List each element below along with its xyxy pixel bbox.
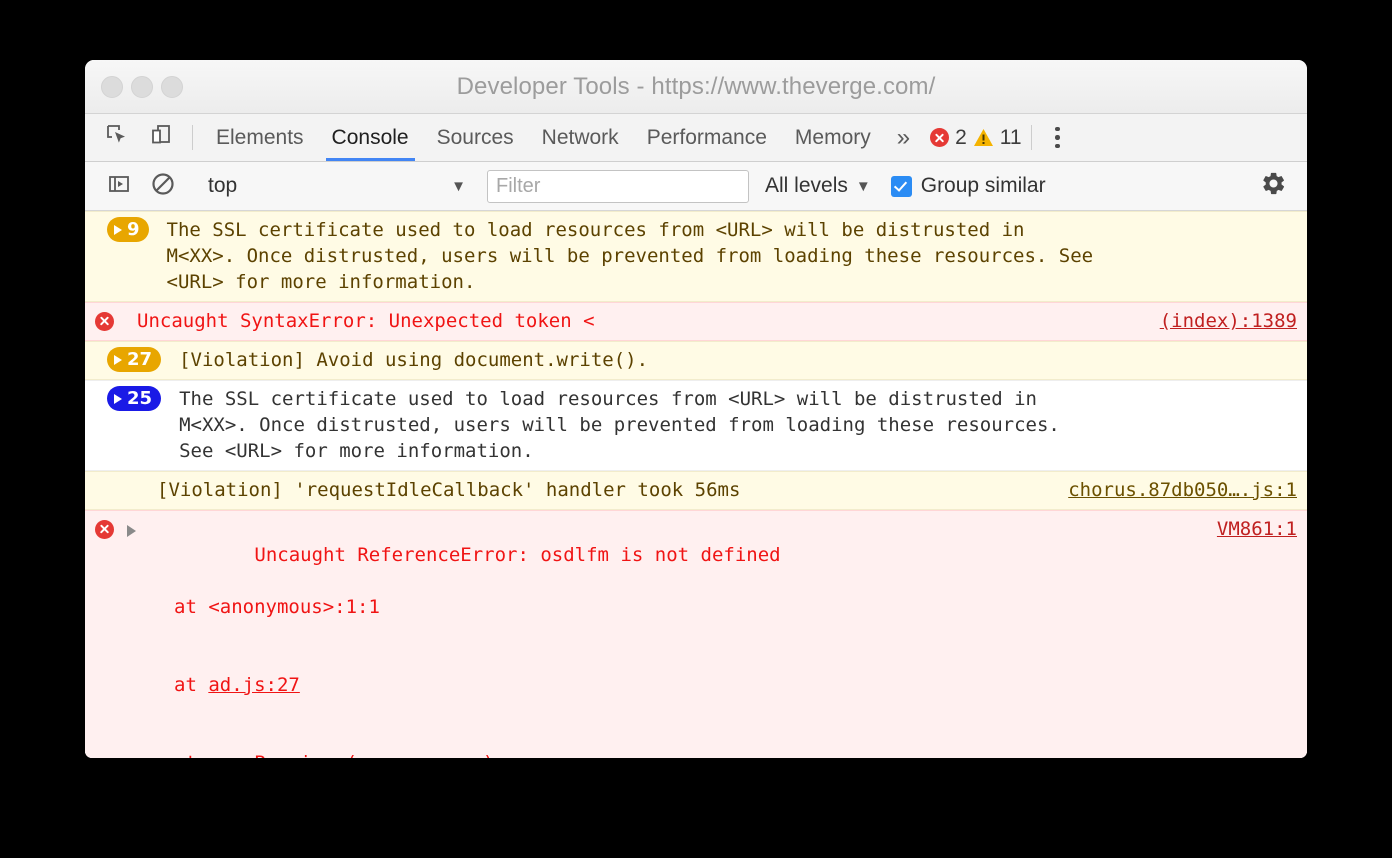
more-tabs-button[interactable]: »: [885, 114, 922, 161]
issue-counts[interactable]: 2 11: [930, 114, 1022, 161]
error-circle-icon: [95, 520, 114, 539]
tab-label: Network: [541, 125, 619, 149]
console-row-warning-group[interactable]: 9 The SSL certificate used to load resou…: [85, 211, 1307, 302]
filter-input[interactable]: [487, 169, 749, 203]
tab-memory[interactable]: Memory: [781, 114, 885, 161]
toolbar-divider-2: [1030, 125, 1032, 150]
message-text: The SSL certificate used to load resourc…: [166, 219, 1094, 293]
disclosure-triangle-icon[interactable]: [127, 525, 136, 537]
console-message-list[interactable]: 9 The SSL certificate used to load resou…: [85, 211, 1307, 758]
inspect-element-icon: [105, 123, 129, 152]
traffic-lights: [101, 75, 183, 98]
window-title: Developer Tools - https://www.theverge.c…: [456, 72, 936, 100]
chevron-double-right-icon: »: [896, 123, 911, 151]
group-count: 9: [127, 219, 140, 240]
group-expand-triangle-icon: [114, 354, 122, 365]
maximize-button[interactable]: [161, 75, 183, 98]
device-toolbar-button[interactable]: [139, 114, 183, 161]
console-row-warning-docwrite[interactable]: 27 [Violation] Avoid using document.writ…: [85, 341, 1307, 380]
message-text: [Violation] 'requestIdleCallback' handle…: [157, 479, 741, 501]
message-text: [Violation] Avoid using document.write()…: [179, 349, 649, 371]
console-sidebar-icon: [107, 172, 131, 201]
log-levels-label: All levels: [765, 174, 848, 197]
clear-console-icon: [150, 171, 176, 202]
source-link[interactable]: VM861:1: [1207, 516, 1297, 542]
tab-console[interactable]: Console: [318, 114, 423, 161]
error-count: 2: [955, 125, 967, 149]
stack-prefix: at: [174, 752, 208, 758]
source-link[interactable]: chorus.87db050….js:1: [1058, 477, 1297, 503]
tab-label: Console: [331, 125, 409, 149]
message-gutter: 9: [107, 217, 149, 242]
window-titlebar: Developer Tools - https://www.theverge.c…: [85, 60, 1307, 114]
execution-context-dropdown[interactable]: top ▼: [204, 174, 468, 198]
group-count: 25: [127, 388, 153, 409]
stack-prefix: at: [174, 674, 209, 696]
warning-triangle-icon: [973, 128, 994, 147]
chevron-down-icon-levels: ▼: [855, 177, 871, 195]
message-gutter: 25: [107, 386, 162, 411]
toolbar-divider: [192, 125, 193, 150]
execution-context-value: top: [208, 174, 238, 197]
stack-prefix: at: [174, 596, 209, 618]
stack-location-link[interactable]: ad.js:27: [208, 674, 300, 696]
close-button[interactable]: [101, 75, 123, 98]
console-row-error-syntax[interactable]: Uncaught SyntaxError: Unexpected token <…: [85, 302, 1307, 341]
tab-network[interactable]: Network: [528, 114, 633, 161]
tab-label: Elements: [216, 125, 304, 149]
console-row-error-reference[interactable]: Uncaught ReferenceError: osdlfm is not d…: [85, 510, 1307, 758]
device-toolbar-icon: [149, 123, 173, 152]
tab-label: Sources: [436, 125, 514, 149]
message-gutter: 27: [107, 347, 162, 372]
error-circle-icon: [930, 128, 950, 147]
warning-count: 11: [999, 125, 1022, 149]
console-toolbar: top ▼ All levels ▼ Group similar: [85, 162, 1307, 211]
chevron-down-icon: ▼: [451, 177, 466, 195]
console-row-warning-idlecallback[interactable]: [Violation] 'requestIdleCallback' handle…: [85, 471, 1307, 510]
log-levels-dropdown[interactable]: All levels ▼: [765, 174, 873, 198]
message-text: Uncaught ReferenceError: osdlfm is not d…: [254, 544, 781, 566]
clear-console-button[interactable]: [141, 171, 185, 202]
stack-location: new Promise (<anonymous>): [208, 752, 494, 758]
group-count-badge[interactable]: 27: [107, 347, 162, 372]
inspect-element-button[interactable]: [95, 114, 139, 161]
message-gutter: [95, 308, 119, 331]
group-similar-label: Group similar: [920, 174, 1046, 197]
message-body: Uncaught ReferenceError: osdlfm is not d…: [140, 516, 1207, 758]
group-similar-toggle[interactable]: Group similar: [890, 174, 1046, 198]
minimize-button[interactable]: [131, 75, 153, 98]
group-similar-checkbox[interactable]: [890, 175, 912, 197]
devtools-tabbar: Elements Console Sources Network Perform…: [85, 114, 1307, 162]
stack-frame: at <anonymous>:1:1: [140, 594, 1193, 620]
message-text: Uncaught SyntaxError: Unexpected token <: [137, 310, 595, 332]
stack-location: <anonymous>:1:1: [208, 596, 380, 618]
settings-button[interactable]: [1251, 170, 1295, 202]
message-gutter: [95, 516, 119, 539]
gear-icon: [1260, 170, 1287, 202]
tab-elements[interactable]: Elements: [202, 114, 318, 161]
group-count: 27: [127, 349, 153, 370]
group-expand-triangle-icon: [114, 224, 122, 235]
stack-frame: at new Promise (<anonymous>): [140, 750, 1193, 758]
tab-performance[interactable]: Performance: [633, 114, 781, 161]
message-text: The SSL certificate used to load resourc…: [179, 388, 1060, 462]
devtools-window: Developer Tools - https://www.theverge.c…: [85, 60, 1307, 758]
group-expand-triangle-icon: [114, 393, 122, 404]
stack-frame: at ad.js:27: [140, 672, 1193, 698]
console-sidebar-button[interactable]: [97, 172, 141, 201]
tab-label: Memory: [794, 125, 871, 149]
screen: Developer Tools - https://www.theverge.c…: [0, 0, 1392, 858]
tab-label: Performance: [646, 125, 767, 149]
console-row-info-group[interactable]: 25 The SSL certificate used to load reso…: [85, 380, 1307, 471]
source-link[interactable]: (index):1389: [1150, 308, 1297, 334]
group-count-badge[interactable]: 25: [107, 386, 162, 411]
group-count-badge[interactable]: 9: [107, 217, 149, 242]
kebab-menu-icon[interactable]: [1041, 114, 1075, 161]
error-circle-icon: [95, 312, 114, 331]
tab-sources[interactable]: Sources: [423, 114, 528, 161]
